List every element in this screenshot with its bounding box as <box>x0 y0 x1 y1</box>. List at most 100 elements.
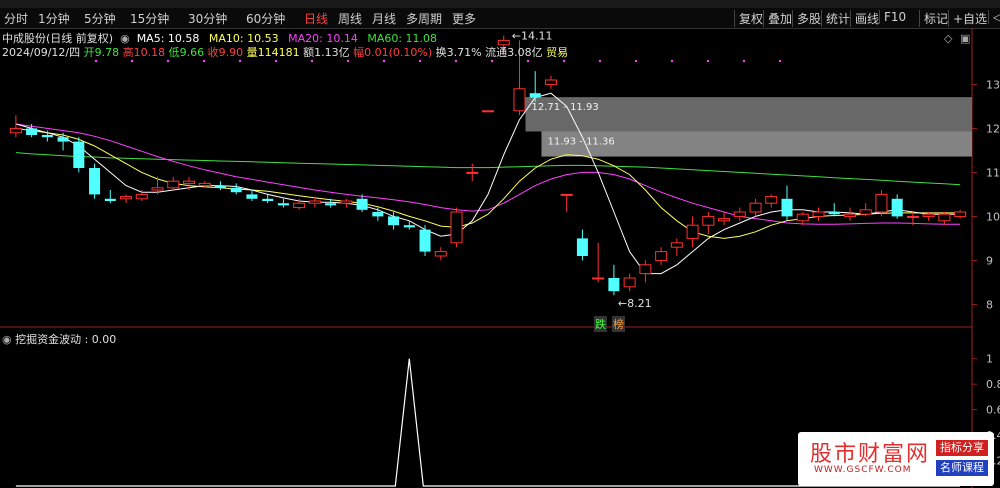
event-dot <box>526 59 530 63</box>
event-dot <box>562 59 566 63</box>
indicator-tick-label: 1 <box>986 353 993 366</box>
die-marker[interactable]: 跌 <box>594 316 607 332</box>
candle-body <box>26 128 38 135</box>
candle-body <box>875 193 888 213</box>
zoom-box-icon[interactable]: ▣ <box>960 32 970 45</box>
price-tick-label: 10 <box>986 210 1000 223</box>
candle-body <box>796 213 809 222</box>
candle-body <box>922 213 935 217</box>
indicator-tick-label: 0.6 <box>986 404 1000 417</box>
quote-header: 2024/09/12/四 开9.78 高10.18 低9.66 收9.90 量1… <box>2 44 568 60</box>
quote-turnover: 换3.71% <box>435 46 482 59</box>
kline-chart[interactable]: 12.71 - 11.93 11.93 - 11.36 ←14.11 ←8.21 13 1… <box>0 0 1000 488</box>
candle-body <box>450 211 463 244</box>
candle-body <box>230 187 242 193</box>
watermark-url: WWW.GSCFW.COM <box>814 465 912 475</box>
candle-body <box>513 88 526 112</box>
candle-body <box>906 215 919 218</box>
candle-body <box>843 213 856 217</box>
candle-body <box>246 194 258 199</box>
sector-tag[interactable]: 贸易 <box>546 46 568 59</box>
candle-body <box>608 278 620 292</box>
indicator-collapse-icon[interactable]: ◉ <box>2 333 15 346</box>
candle-body <box>781 198 793 217</box>
candle-body <box>529 93 541 98</box>
candle-body <box>293 202 306 209</box>
candle-body <box>89 168 101 195</box>
event-dot <box>598 59 602 63</box>
quote-open: 开9.78 <box>83 46 120 59</box>
candle-body <box>340 200 353 204</box>
candle-body <box>749 202 762 213</box>
candle-body <box>308 200 321 204</box>
event-dot <box>454 59 458 63</box>
indicator-header: ◉ 挖掘资金波动 : 0.00 <box>2 331 116 347</box>
candle-body <box>954 211 967 217</box>
price-tick-label: 13 <box>986 78 1000 91</box>
candle-body <box>686 224 699 239</box>
candle-body <box>639 264 652 275</box>
candle-body <box>702 215 715 226</box>
candle-body <box>120 196 133 200</box>
candle-body <box>891 198 903 217</box>
price-tick-label: 8 <box>986 298 993 311</box>
event-dot <box>166 59 170 63</box>
quote-date: 2024/09/12/四 <box>2 46 81 59</box>
watermark-logo: 股市财富网 WWW.GSCFW.COM 指标分享 名师课程 <box>798 432 994 486</box>
event-dot <box>418 59 422 63</box>
event-dot <box>310 59 314 63</box>
event-dot <box>94 59 98 63</box>
event-dot <box>490 59 494 63</box>
indicator-label: 挖掘资金波动 : 0.00 <box>15 333 117 346</box>
candle-body <box>434 251 447 257</box>
candle-body <box>167 180 180 189</box>
candle-body <box>670 242 683 248</box>
quote-float: 流通3.08亿 <box>485 46 543 59</box>
quote-low: 低9.66 <box>168 46 205 59</box>
candle-body <box>277 203 289 206</box>
quote-change: 幅0.01(0.10%) <box>353 46 433 59</box>
bang-marker[interactable]: 榜 <box>612 316 625 332</box>
zone-label: 12.71 - 11.93 <box>531 102 598 113</box>
price-tick-label: 11 <box>986 166 1000 179</box>
candle-body <box>9 127 22 134</box>
low-price-label: ←8.21 <box>618 297 652 310</box>
price-tick-label: 9 <box>986 254 993 267</box>
candle-body <box>765 196 778 204</box>
candle-body <box>325 203 337 206</box>
candle-body <box>718 218 731 222</box>
candle-body <box>655 251 668 261</box>
candle-body <box>262 198 274 201</box>
candle-body <box>135 193 148 200</box>
diamond-icon[interactable]: ◇ <box>944 32 952 45</box>
candle-body <box>41 135 53 138</box>
candle-body <box>592 277 605 280</box>
candle-body <box>544 79 557 85</box>
high-price-label: ←14.11 <box>512 30 553 43</box>
event-dot <box>706 59 710 63</box>
quote-amount: 额1.13亿 <box>303 46 350 59</box>
candle-body <box>214 185 226 188</box>
event-dot <box>742 59 746 63</box>
candle-body <box>104 198 116 201</box>
candle-body <box>481 110 495 113</box>
candle-body <box>151 187 164 191</box>
event-dot <box>778 59 782 63</box>
event-dot <box>274 59 278 63</box>
candle-body <box>73 141 85 168</box>
candle-body <box>372 212 384 217</box>
candle-body <box>828 212 840 215</box>
price-tick-label: 12 <box>986 122 1000 135</box>
quote-close: 收9.90 <box>207 46 244 59</box>
event-dot <box>130 59 134 63</box>
candle-body <box>419 229 431 252</box>
candle-body <box>57 137 69 142</box>
candle-body <box>198 182 211 187</box>
candle-body <box>859 209 872 215</box>
watermark-tag-share: 指标分享 <box>936 440 988 456</box>
event-dot <box>238 59 242 63</box>
watermark-title: 股市财富网 <box>810 442 931 467</box>
quote-high: 高10.18 <box>122 46 166 59</box>
candle-body <box>388 216 400 226</box>
event-dot <box>346 59 350 63</box>
